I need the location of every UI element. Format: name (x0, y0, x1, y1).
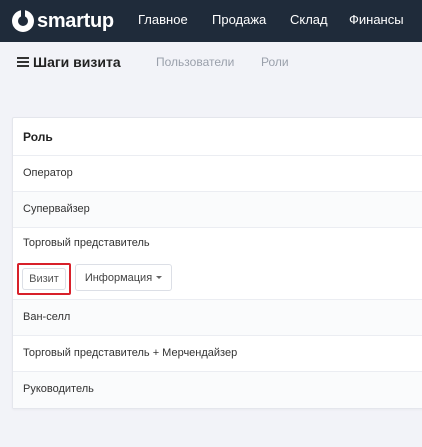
power-icon (12, 9, 34, 32)
tab-roles[interactable]: Роли (261, 55, 289, 69)
role-name: Руководитель (23, 383, 94, 395)
role-name: Супервайзер (23, 203, 90, 215)
information-dropdown-button[interactable]: Информация (75, 264, 172, 291)
page-title: Шаги визита (33, 54, 121, 70)
nav-item-main[interactable]: Главное (138, 12, 188, 27)
role-name: Оператор (23, 167, 73, 179)
roles-table: Роль Оператор Супервайзер Торговый предс… (12, 117, 422, 409)
visit-button[interactable]: Визит (22, 268, 66, 290)
nav-item-finance[interactable]: Финансы (349, 12, 404, 27)
table-row[interactable]: Ван-селл (13, 300, 422, 336)
information-label: Информация (84, 271, 153, 284)
table-row[interactable]: Оператор (13, 156, 422, 192)
role-name: Торговый представитель + Мерчендайзер (23, 347, 238, 359)
role-name: Ван-селл (23, 311, 71, 323)
role-name: Торговый представитель (23, 237, 150, 249)
table-row[interactable]: Руководитель (13, 372, 422, 408)
nav-item-sales[interactable]: Продажа (212, 12, 266, 27)
brand-name: smartup (37, 9, 114, 32)
caret-down-icon (156, 276, 163, 279)
table-row[interactable]: Супервайзер (13, 192, 422, 228)
tab-users[interactable]: Пользователи (156, 55, 234, 69)
column-header-role: Роль (23, 130, 53, 144)
nav-item-warehouse[interactable]: Склад (290, 12, 328, 27)
table-header: Роль (13, 118, 422, 156)
smartup-logo[interactable]: smartup (12, 9, 114, 33)
visit-button-highlight[interactable]: Визит (17, 263, 71, 295)
hamburger-menu-icon[interactable] (17, 57, 29, 67)
table-row[interactable]: Торговый представитель + Мерчендайзер (13, 336, 422, 372)
top-navbar: smartup Главное Продажа Склад Финансы (0, 0, 422, 42)
